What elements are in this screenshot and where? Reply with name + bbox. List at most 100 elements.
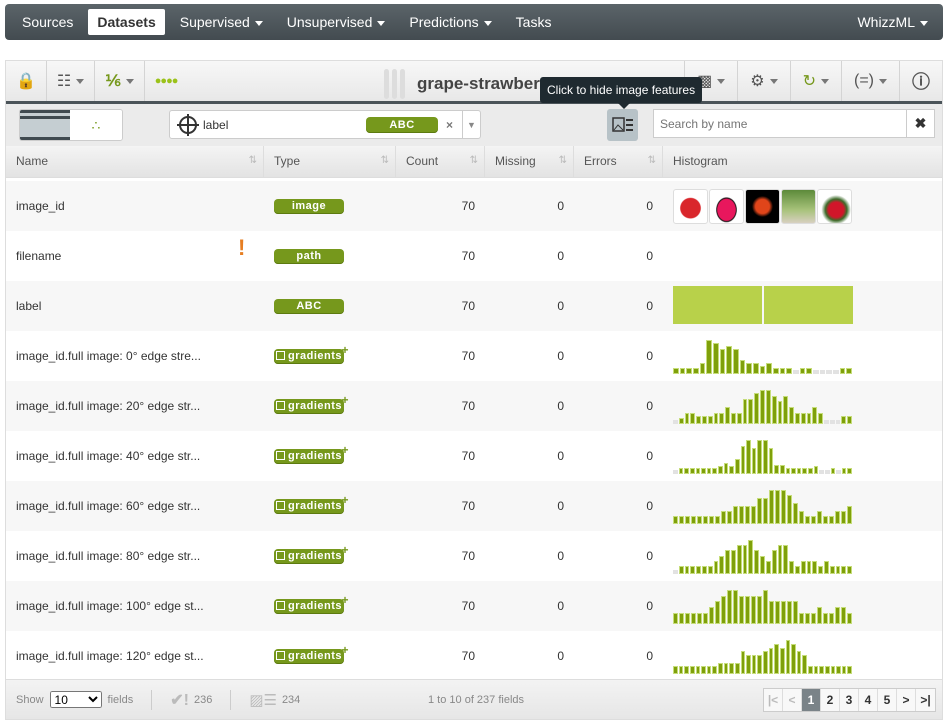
page-2-button[interactable]: 2 (821, 689, 840, 711)
scatter-view-button[interactable]: ∴ (70, 110, 122, 140)
histogram-bar[interactable] (847, 415, 852, 424)
field-name[interactable]: image_id.full image: 120° edge st... (6, 649, 264, 663)
histogram-bar[interactable] (757, 440, 762, 474)
histogram-bar[interactable] (733, 348, 739, 374)
histogram-bar[interactable] (841, 566, 847, 574)
histogram-bar[interactable] (799, 368, 806, 374)
histogram-bar[interactable] (805, 612, 810, 624)
histogram-bar[interactable] (806, 412, 812, 424)
table-row[interactable]: image_id.full image: 20° edge str... gra… (6, 381, 942, 431)
histogram-bar[interactable] (830, 666, 836, 674)
histogram-bar[interactable] (787, 601, 792, 624)
histogram-bar[interactable] (753, 362, 759, 374)
histogram-bar[interactable] (836, 666, 841, 674)
field-name[interactable]: image_id.full image: 40° edge str... (6, 449, 264, 463)
nav-tasks[interactable]: Tasks (507, 9, 561, 35)
histogram-bar[interactable] (740, 445, 746, 474)
histogram-bar[interactable] (823, 516, 828, 524)
histogram-bar[interactable] (811, 612, 816, 624)
histogram-bar[interactable] (806, 368, 812, 374)
histogram-bar[interactable] (693, 368, 699, 374)
histogram-bar[interactable] (774, 464, 779, 474)
histogram-bar[interactable] (701, 468, 706, 474)
lock-icon[interactable]: 🔒 (6, 61, 47, 101)
histogram-bar[interactable] (695, 468, 701, 474)
histogram-bar[interactable] (775, 601, 780, 624)
histogram-bar[interactable] (783, 395, 789, 424)
histogram-bar[interactable] (830, 468, 836, 474)
histogram-bar[interactable] (739, 595, 744, 624)
histogram-bar[interactable] (673, 470, 678, 474)
histogram-bar[interactable] (713, 412, 719, 424)
histogram-bar[interactable] (695, 666, 701, 674)
histogram-bar[interactable] (685, 612, 690, 624)
histogram-bar[interactable] (813, 466, 819, 474)
page-size-select[interactable]: 10 (49, 691, 102, 708)
objective-field-select[interactable]: label ABC × ▼ (169, 110, 481, 139)
histogram-bar[interactable] (829, 516, 834, 524)
histogram-bar[interactable] (727, 590, 732, 624)
histogram-bar[interactable] (777, 401, 783, 424)
histogram-bar[interactable] (719, 348, 726, 374)
histogram-bar[interactable] (736, 545, 742, 574)
histogram-bar[interactable] (769, 601, 774, 624)
histogram-bar[interactable] (746, 655, 751, 674)
histogram-bar[interactable] (718, 662, 723, 674)
histogram-bar[interactable] (691, 516, 696, 524)
histogram-bar[interactable] (800, 412, 806, 424)
histogram-bar[interactable] (712, 468, 717, 474)
table-row[interactable]: label ABC 70 0 0 (6, 281, 942, 331)
histogram-bar[interactable] (718, 466, 723, 474)
cycle-lightning-icon[interactable]: ↻ (789, 61, 841, 101)
histogram-bar[interactable] (696, 566, 702, 574)
histogram-bar[interactable] (754, 392, 760, 424)
histogram-bar[interactable] (715, 601, 720, 624)
histogram-bar[interactable] (793, 370, 799, 374)
histogram-bar[interactable] (777, 545, 783, 574)
histogram-bar[interactable] (841, 607, 846, 624)
histogram-bar[interactable] (791, 468, 796, 474)
histogram-bar[interactable] (689, 468, 695, 474)
histogram-bar[interactable] (763, 651, 768, 674)
histogram-bar[interactable] (729, 662, 734, 674)
histogram-bar[interactable] (763, 440, 768, 474)
histogram-bar[interactable] (702, 566, 707, 574)
dropdown-icon[interactable]: ▼ (462, 111, 480, 138)
histogram-bar[interactable] (751, 447, 757, 474)
histogram-bar[interactable] (813, 370, 819, 374)
image-thumbnail[interactable] (745, 188, 780, 224)
histogram-bar[interactable] (823, 560, 829, 574)
histogram-bar[interactable] (690, 566, 696, 574)
histogram-bar[interactable] (754, 550, 760, 574)
histogram-bar[interactable] (745, 505, 750, 524)
histogram-bar[interactable] (746, 440, 751, 474)
histogram-bar[interactable] (811, 516, 816, 524)
histogram-bar[interactable] (703, 516, 708, 524)
histogram-bar[interactable] (829, 420, 835, 424)
histogram-bar[interactable] (771, 550, 777, 574)
histogram-bar[interactable] (839, 368, 846, 374)
histogram-bar[interactable] (835, 420, 841, 424)
table-row[interactable]: image_id.full image: 40° edge str... gra… (6, 431, 942, 481)
histogram-bar[interactable] (691, 612, 696, 624)
page-4-button[interactable]: 4 (859, 689, 878, 711)
histogram-bar[interactable] (706, 340, 712, 374)
histogram-bar[interactable] (847, 612, 852, 624)
numbers-icon[interactable]: ⅙ (95, 61, 145, 101)
header-type[interactable]: Type ⇅ (264, 146, 396, 177)
table-row[interactable]: image_id.full image: 100° edge st... gra… (6, 581, 942, 631)
histogram-bar[interactable] (727, 510, 732, 524)
histogram-bar[interactable] (774, 643, 779, 674)
histogram-bar[interactable] (712, 666, 717, 674)
table-row[interactable]: image_id image 70 0 0 (6, 181, 942, 231)
histogram-bar[interactable] (785, 468, 791, 474)
gears-icon[interactable]: ⚙ (737, 61, 789, 101)
histogram-bar[interactable] (765, 560, 771, 574)
histogram-bar[interactable] (673, 570, 678, 574)
histogram-bar[interactable] (679, 612, 684, 624)
histogram-bar[interactable] (679, 516, 684, 524)
histogram-bar[interactable] (835, 566, 841, 574)
histogram-bar[interactable] (725, 550, 731, 574)
histogram-bar[interactable] (678, 418, 684, 424)
histogram-bar[interactable] (785, 640, 791, 674)
